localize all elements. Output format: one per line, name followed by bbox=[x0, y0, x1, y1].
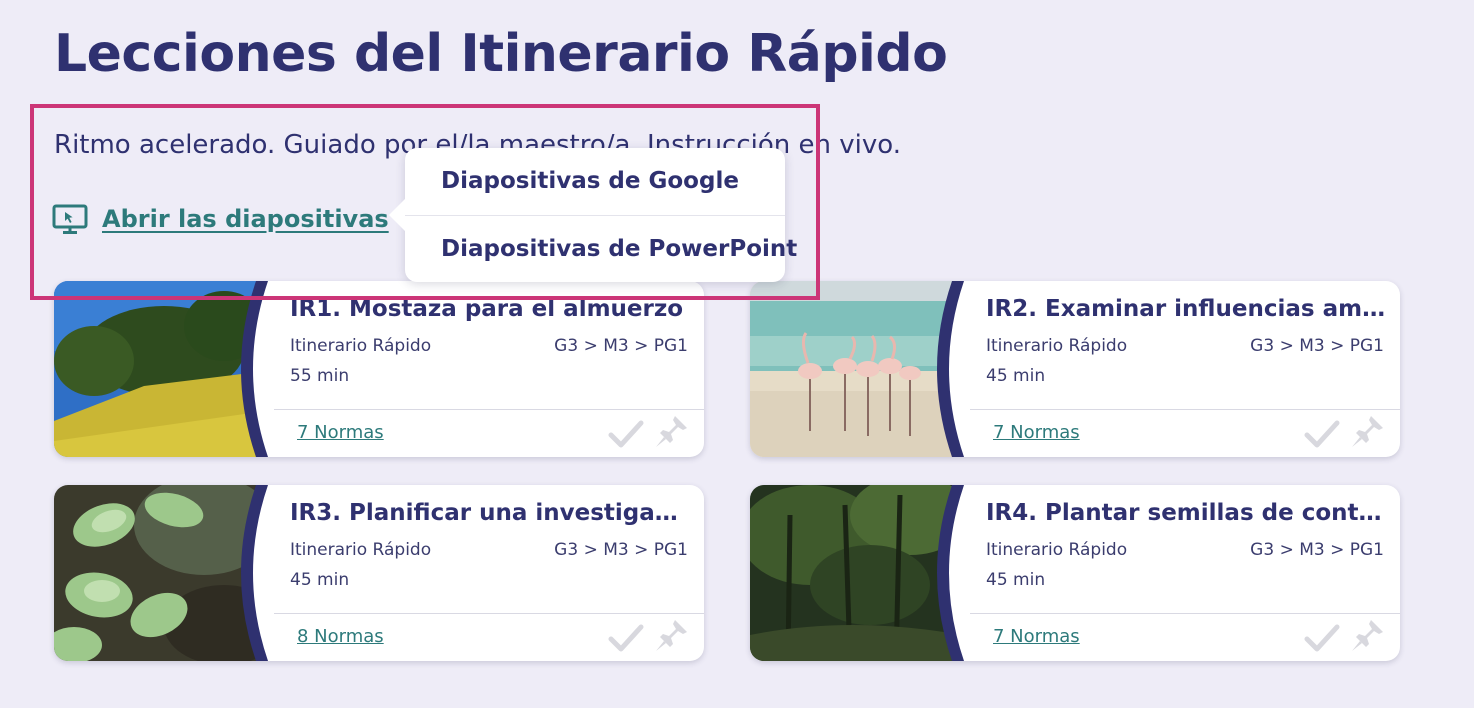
standards-link[interactable]: 7 Normas bbox=[297, 422, 384, 443]
lesson-path: G3 > M3 > PG1 bbox=[1250, 540, 1384, 560]
lesson-title[interactable]: IR3. Planificar una investigació... bbox=[290, 500, 690, 526]
open-slides-label[interactable]: Abrir las diapositivas bbox=[102, 205, 389, 233]
lesson-card[interactable]: IR3. Planificar una investigació... Itin… bbox=[54, 485, 704, 661]
lesson-card[interactable]: IR2. Examinar influencias ambi... Itiner… bbox=[750, 281, 1400, 457]
lesson-path: G3 > M3 > PG1 bbox=[554, 540, 688, 560]
card-divider bbox=[274, 409, 704, 410]
card-divider bbox=[274, 613, 704, 614]
lesson-duration: 45 min bbox=[290, 570, 350, 590]
lesson-title[interactable]: IR2. Examinar influencias ambi... bbox=[986, 296, 1386, 322]
card-divider bbox=[970, 613, 1400, 614]
lesson-duration: 55 min bbox=[290, 366, 350, 386]
card-curve-decoration bbox=[937, 485, 970, 661]
slides-menu-popover: Diapositivas de Google Diapositivas de P… bbox=[389, 148, 797, 282]
check-icon[interactable] bbox=[1304, 623, 1340, 653]
card-divider bbox=[970, 409, 1400, 410]
lesson-track: Itinerario Rápido bbox=[290, 336, 432, 356]
lesson-title[interactable]: IR1. Mostaza para el almuerzo bbox=[290, 296, 690, 322]
check-icon[interactable] bbox=[1304, 419, 1340, 449]
powerpoint-slides-option[interactable]: Diapositivas de PowerPoint bbox=[405, 215, 797, 282]
check-icon[interactable] bbox=[608, 419, 644, 449]
lesson-card[interactable]: IR4. Plantar semillas de control... Itin… bbox=[750, 485, 1400, 661]
google-slides-option[interactable]: Diapositivas de Google bbox=[405, 148, 785, 215]
lesson-path: G3 > M3 > PG1 bbox=[554, 336, 688, 356]
standards-link[interactable]: 8 Normas bbox=[297, 626, 384, 647]
lesson-title[interactable]: IR4. Plantar semillas de control... bbox=[986, 500, 1386, 526]
pin-icon[interactable] bbox=[654, 413, 690, 449]
lesson-track: Itinerario Rápido bbox=[986, 336, 1128, 356]
page-title: Lecciones del Itinerario Rápido bbox=[54, 24, 948, 84]
pin-icon[interactable] bbox=[654, 617, 690, 653]
lesson-duration: 45 min bbox=[986, 366, 1046, 386]
check-icon[interactable] bbox=[608, 623, 644, 653]
lesson-track: Itinerario Rápido bbox=[290, 540, 432, 560]
standards-link[interactable]: 7 Normas bbox=[993, 422, 1080, 443]
lesson-duration: 45 min bbox=[986, 570, 1046, 590]
pin-icon[interactable] bbox=[1350, 413, 1386, 449]
open-slides-link[interactable]: Abrir las diapositivas bbox=[52, 203, 389, 235]
standards-link[interactable]: 7 Normas bbox=[993, 626, 1080, 647]
card-curve-decoration bbox=[241, 485, 274, 661]
lesson-path: G3 > M3 > PG1 bbox=[1250, 336, 1384, 356]
pin-icon[interactable] bbox=[1350, 617, 1386, 653]
card-curve-decoration bbox=[241, 281, 274, 457]
card-curve-decoration bbox=[937, 281, 970, 457]
lesson-track: Itinerario Rápido bbox=[986, 540, 1128, 560]
presentation-icon bbox=[52, 204, 88, 234]
lesson-card[interactable]: IR1. Mostaza para el almuerzo Itinerario… bbox=[54, 281, 704, 457]
